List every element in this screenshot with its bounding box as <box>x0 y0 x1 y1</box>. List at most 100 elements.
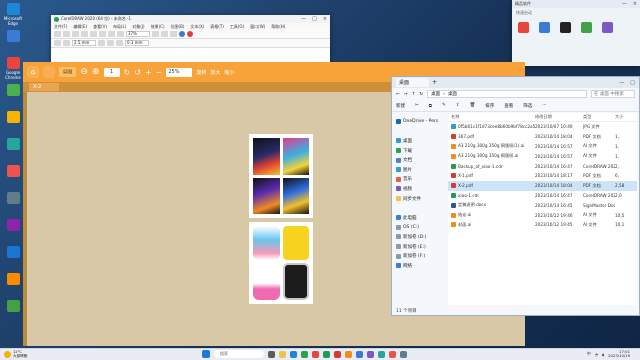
file-row[interactable]: 0f5b61c1f1d73cee8b60b9bf78cc2a5fe6d2023/… <box>448 122 637 132</box>
nav-item[interactable]: 音乐 <box>392 175 446 185</box>
nav-item[interactable]: OS (C:) <box>392 223 446 233</box>
file-row[interactable]: A3 210g 300g 350g 铜版纸.ai 2023/10/14 16:57… <box>448 151 637 161</box>
cut-icon[interactable]: ✂ <box>415 103 419 108</box>
nav-item[interactable]: 新加卷 (E:) <box>392 242 446 252</box>
nav-item[interactable]: 图片 <box>392 165 446 175</box>
clock[interactable]: 17:01 2023/10/19 <box>608 350 630 358</box>
launcher-app-icon[interactable] <box>602 22 613 33</box>
maximize-icon[interactable]: □ <box>312 16 317 22</box>
home-icon[interactable]: ⌂ <box>27 66 39 78</box>
explorer-tab[interactable]: 桌面 <box>396 78 430 87</box>
desktop-icon[interactable]: Microsoft Edge <box>1 3 25 26</box>
desktop-icon[interactable] <box>1 111 25 124</box>
coreldraw-icon[interactable] <box>323 350 330 358</box>
start-icon[interactable] <box>202 350 210 358</box>
launcher-controls[interactable]: — × <box>622 1 637 7</box>
fullscreen-icon[interactable] <box>152 31 159 37</box>
desktop-icon[interactable] <box>1 30 25 43</box>
action-zoom-in[interactable]: 放大 <box>210 69 220 76</box>
breadcrumb-part[interactable]: 桌面 <box>448 91 457 97</box>
action-zoom-out[interactable]: 缩小 <box>224 69 234 76</box>
nav-item[interactable]: 下载 <box>392 146 446 156</box>
new-tab-icon[interactable]: + <box>432 79 437 86</box>
launcher-app-icon[interactable] <box>581 22 592 33</box>
new-button[interactable]: 新建 <box>396 103 405 109</box>
coreldraw-window-controls[interactable]: — □ × <box>301 16 327 22</box>
menu-item[interactable]: 效果(C) <box>151 24 165 30</box>
rotate-icon[interactable] <box>107 40 114 46</box>
menu-item[interactable]: 编辑(E) <box>73 24 87 30</box>
refresh-icon[interactable]: ↻ <box>419 92 423 97</box>
pdf-viewer-icon[interactable] <box>334 350 341 358</box>
redo-icon[interactable] <box>99 31 106 37</box>
launch-icon[interactable] <box>179 31 185 37</box>
desktop-icon[interactable] <box>1 300 25 313</box>
back-icon[interactable]: ← <box>396 92 400 97</box>
menu-item[interactable]: 表格(T) <box>210 24 224 30</box>
launcher-app-icon[interactable] <box>560 22 571 33</box>
forward-icon[interactable]: → <box>404 92 408 97</box>
settings-icon[interactable] <box>170 31 177 37</box>
menu-item[interactable]: 帮助(H) <box>271 24 285 30</box>
file-explorer-icon[interactable] <box>279 350 286 358</box>
sidebar-icon[interactable] <box>43 66 55 78</box>
taskbar-search[interactable]: 搜索 <box>214 350 264 358</box>
column-size[interactable]: 大小 <box>615 114 640 120</box>
app-icon[interactable] <box>400 350 407 358</box>
app-icon[interactable] <box>367 350 374 358</box>
menu-item[interactable]: 布局(L) <box>113 24 126 30</box>
menu-item[interactable]: 对象(J) <box>132 24 144 30</box>
save-icon[interactable] <box>72 31 79 37</box>
menu-item[interactable]: 位图(B) <box>171 24 185 30</box>
mirror-icon[interactable] <box>116 40 123 46</box>
reading-mode-button[interactable]: ▤▥ <box>59 67 77 77</box>
minimize-icon[interactable]: — <box>619 80 624 86</box>
delete-icon[interactable]: 🗑 <box>470 103 476 108</box>
copy-icon[interactable]: ⧉ <box>429 103 432 109</box>
zoom-out-icon[interactable]: − <box>156 68 163 77</box>
edge-icon[interactable] <box>290 350 297 358</box>
undo-icon[interactable] <box>90 31 97 37</box>
weather-widget[interactable]: 12°C 大部晴朗 <box>4 350 27 358</box>
stroke-width-field[interactable]: 0.1 mm <box>125 40 149 46</box>
zoom-in-icon[interactable]: + <box>145 68 152 77</box>
breadcrumb-part[interactable]: 桌面 <box>431 91 440 97</box>
desktop-icon[interactable] <box>1 246 25 259</box>
page-number-field[interactable]: 1 <box>103 67 120 77</box>
wifi-icon[interactable]: ◔ <box>595 352 598 357</box>
pdf-tab[interactable]: X-2 <box>29 83 60 91</box>
nav-item[interactable]: 桌面 <box>392 136 446 146</box>
column-date[interactable]: 修改日期 <box>535 114 583 120</box>
file-row[interactable]: 定稿说明.docx 2023/10/14 16:45 SignMaster Docu <box>448 200 637 210</box>
nav-item[interactable]: 同步文件 <box>392 194 446 204</box>
app-icon[interactable] <box>378 350 385 358</box>
nav-item[interactable]: 视频 <box>392 184 446 194</box>
file-row[interactable]: 367.pdf 2023/10/14 18:04 PDF 文档 1, <box>448 132 637 142</box>
input-language[interactable]: 中 <box>587 351 591 357</box>
menu-item[interactable]: 窗口(W) <box>250 24 265 30</box>
file-row[interactable]: X-1.pdf 2023/10/14 18:17 PDF 文档 6, <box>448 171 637 181</box>
more-icon[interactable]: ··· <box>542 103 546 108</box>
file-row[interactable]: 封面.ai 2023/10/12 19:45 AI 文件 10,1 <box>448 220 637 230</box>
launcher-app-icon[interactable] <box>518 22 529 33</box>
zoom-level-field[interactable]: 37% <box>126 31 150 37</box>
nav-item[interactable]: 新加卷 (F:) <box>392 251 446 261</box>
stop-icon[interactable] <box>187 31 193 37</box>
file-row[interactable]: X-2.pdf 2023/10/14 18:04 PDF 文档 2,58 <box>448 180 637 191</box>
prev-page-icon[interactable]: ⊖ <box>80 67 88 77</box>
up-icon[interactable]: ↑ <box>412 92 416 97</box>
nav-item[interactable]: 网络 <box>392 261 446 271</box>
launcher-app-icon[interactable] <box>539 22 550 33</box>
action-rotate[interactable]: 旋转 <box>196 69 206 76</box>
snap-icon[interactable] <box>161 31 168 37</box>
file-row[interactable]: 结论.ai 2023/10/12 19:46 AI 文件 10,5 <box>448 210 637 220</box>
address-bar[interactable]: 桌面 › 桌面 <box>427 90 587 98</box>
app-icon[interactable] <box>389 350 396 358</box>
menu-item[interactable]: 文件(F) <box>54 24 67 30</box>
zoom-select[interactable]: 25% <box>166 67 193 77</box>
explorer-window-controls[interactable]: — □ <box>619 80 635 86</box>
illustrator-icon[interactable] <box>345 350 352 358</box>
lock-icon[interactable] <box>98 40 105 46</box>
nav-item[interactable]: 此电脑 <box>392 213 446 223</box>
rotate-icon[interactable]: ↻ <box>124 68 131 77</box>
